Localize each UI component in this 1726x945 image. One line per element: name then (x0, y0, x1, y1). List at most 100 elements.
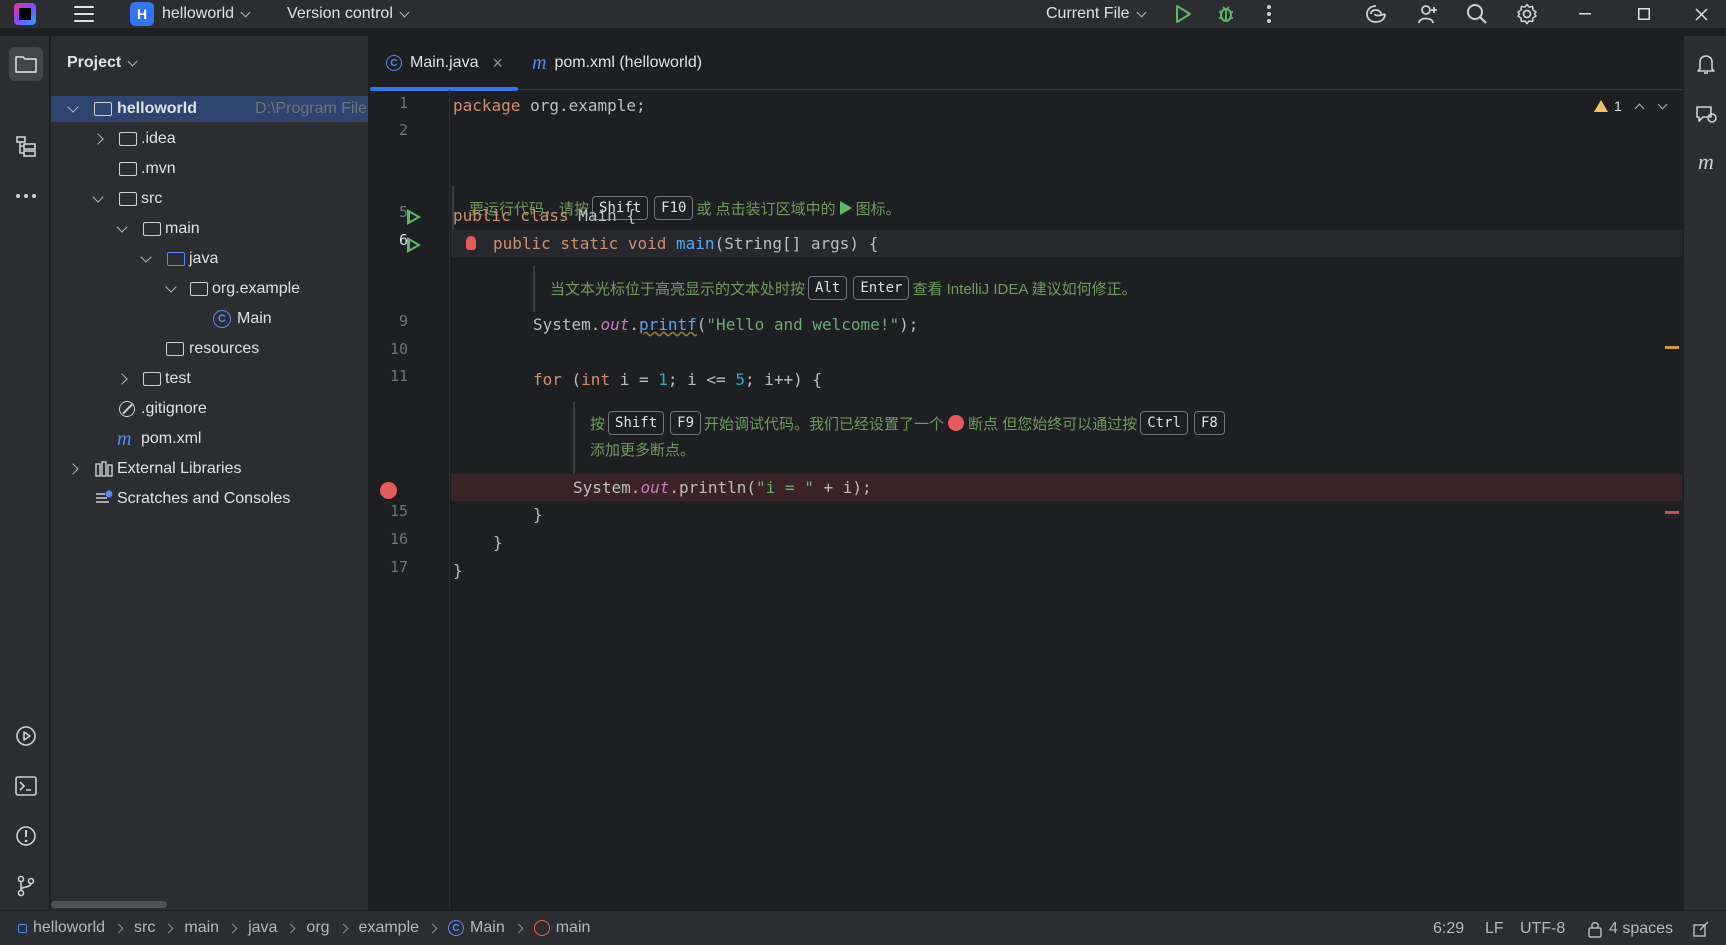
line-separator[interactable]: LF (1485, 911, 1504, 945)
tree-label: test (165, 370, 191, 387)
tab-pom-xml[interactable]: m pom.xml (helloworld) (532, 36, 702, 90)
ai-chat-icon[interactable] (1694, 102, 1718, 126)
tree-item-main[interactable]: main (51, 216, 368, 242)
breakpoint-icon[interactable] (380, 482, 397, 499)
tree-item-mvn[interactable]: .mvn (51, 156, 368, 182)
breadcrumb-item[interactable]: example (359, 919, 419, 937)
project-panel-title[interactable]: Project (67, 54, 138, 72)
ai-assistant-icon[interactable] (1364, 2, 1388, 26)
warning-stripe-marker[interactable] (1665, 346, 1679, 349)
main-menu-icon[interactable] (74, 6, 94, 22)
code-line: } (453, 561, 463, 580)
tree-item-idea[interactable]: .idea (51, 126, 368, 152)
code-line: } (533, 505, 543, 524)
java-class-icon: C (386, 55, 402, 71)
tree-item-scratches[interactable]: Scratches and Consoles (51, 486, 368, 512)
add-user-icon[interactable] (1416, 2, 1440, 26)
tree-item-gitignore[interactable]: .gitignore (51, 396, 368, 422)
tree-path: D:\Program Files\JetBra (255, 100, 368, 117)
chevron-down-icon[interactable] (165, 281, 177, 293)
run-icon[interactable] (1171, 2, 1195, 26)
breakpoint-stripe-marker[interactable] (1665, 511, 1679, 514)
package-icon (190, 282, 208, 296)
problems-icon[interactable] (9, 819, 43, 853)
scrollbar-thumb[interactable] (51, 901, 167, 908)
tree-item-test[interactable]: test (51, 366, 368, 392)
project-switcher[interactable]: helloworld (162, 0, 251, 28)
chevron-right-icon[interactable] (92, 133, 104, 145)
structure-icon[interactable] (9, 129, 43, 163)
chevron-down-icon[interactable] (67, 101, 79, 113)
tree-item-org-example[interactable]: org.example (51, 276, 368, 302)
tree-label: org.example (212, 280, 301, 297)
breadcrumb-item[interactable]: main (184, 919, 219, 937)
chevron-down-icon[interactable] (116, 221, 128, 233)
chevron-right-icon[interactable] (67, 463, 79, 475)
tree-item-external-libraries[interactable]: External Libraries (51, 456, 368, 482)
chevron-down-icon[interactable] (140, 251, 152, 263)
project-badge[interactable]: H (130, 2, 154, 26)
close-window-button[interactable] (1676, 0, 1726, 28)
tree-item-resources[interactable]: resources (51, 336, 368, 362)
tree-item-pom[interactable]: m pom.xml (51, 426, 368, 452)
run-gutter-icon[interactable] (407, 237, 421, 253)
indent-setting[interactable]: 4 spaces (1587, 911, 1673, 945)
version-control-menu[interactable]: Version control (287, 0, 410, 28)
code-line: for (int i = 1; i <= 5; i++) { (533, 370, 823, 389)
more-tools-icon[interactable] (9, 179, 43, 213)
maven-tool-icon[interactable]: m (1694, 149, 1718, 174)
intention-bulb-icon[interactable] (466, 236, 476, 250)
code-area[interactable]: package org.example; 要运行代码，请按 Shift F10 或 点… (451, 90, 1682, 910)
kbd-ctrl: Ctrl (1140, 411, 1188, 435)
chevron-right-icon (285, 923, 296, 933)
settings-gear-icon[interactable] (1515, 2, 1539, 26)
tree-item-java[interactable]: java (51, 246, 368, 272)
horizontal-scrollbar[interactable] (51, 898, 368, 910)
tree-item-helloworld[interactable]: helloworld D:\Program Files\JetBra (51, 96, 368, 122)
resources-folder-icon (166, 342, 184, 356)
notifications-bell-icon[interactable] (1694, 52, 1718, 76)
kbd-f9: F9 (670, 411, 702, 435)
breadcrumb-item[interactable]: src (134, 919, 155, 937)
run-gutter-icon[interactable] (407, 209, 421, 225)
project-folder-icon[interactable] (9, 47, 43, 81)
file-encoding[interactable]: UTF-8 (1520, 911, 1565, 945)
maven-icon: m (117, 428, 132, 450)
breadcrumb-item[interactable]: org (306, 919, 329, 937)
debug-icon[interactable] (1214, 2, 1238, 26)
editor-gutter[interactable]: 1 2 5 6 9 10 11 15 16 17 (370, 90, 450, 910)
line-number: 17 (389, 558, 408, 576)
run-tool-icon[interactable] (9, 719, 43, 753)
git-branch-icon[interactable] (9, 869, 43, 903)
terminal-icon[interactable] (9, 769, 43, 803)
tree-label: main (165, 220, 200, 237)
tree-item-src[interactable]: src (51, 186, 368, 212)
maximize-button[interactable] (1619, 0, 1669, 28)
close-tab-icon[interactable]: × (492, 53, 503, 74)
minimize-button[interactable] (1560, 0, 1610, 28)
run-configuration-selector[interactable]: Current File (1046, 0, 1147, 28)
read-only-toggle[interactable] (1692, 911, 1710, 945)
tree-item-main-class[interactable]: C Main (51, 306, 368, 332)
status-bar: helloworld src main java org example C M… (0, 910, 1726, 945)
intellij-logo-icon[interactable] (14, 3, 36, 25)
kbd-enter: Enter (853, 276, 910, 300)
caret-position[interactable]: 6:29 (1433, 911, 1464, 945)
tree-label: Scratches and Consoles (117, 490, 291, 507)
line-number: 15 (389, 502, 408, 520)
project-panel: Project helloworld D:\Program Files\JetB… (51, 36, 369, 910)
folder-icon (119, 162, 137, 176)
tab-main-java[interactable]: C Main.java × (370, 36, 518, 91)
breadcrumb-item[interactable]: Main (470, 919, 505, 937)
breadcrumb-item[interactable]: helloworld (33, 919, 105, 937)
breadcrumb-item[interactable]: java (248, 919, 277, 937)
chevron-down-icon[interactable] (92, 191, 104, 203)
chevron-right-icon[interactable] (116, 373, 128, 385)
left-tool-strip (0, 36, 50, 910)
search-icon[interactable] (1465, 2, 1489, 26)
breadcrumb-item[interactable]: main (556, 919, 591, 937)
more-actions-icon[interactable] (1257, 2, 1281, 26)
tree-label: .mvn (141, 160, 176, 177)
kbd-shift: Shift (608, 411, 665, 435)
vcs-label: Version control (287, 5, 393, 22)
